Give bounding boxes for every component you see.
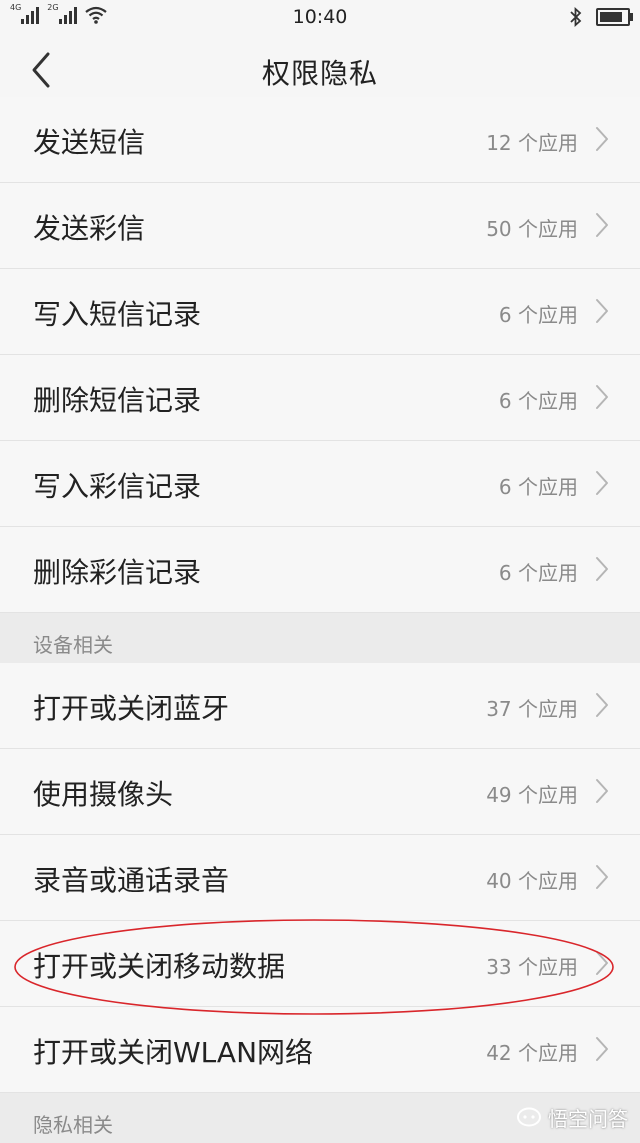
chevron-right-icon: [596, 299, 608, 323]
permission-row[interactable]: 删除短信记录 6 个应用: [0, 355, 640, 441]
permission-row[interactable]: 发送彩信 50 个应用: [0, 183, 640, 269]
chevron-right-icon: [596, 779, 608, 803]
app-count: 12 个应用: [486, 131, 578, 155]
permission-label: 使用摄像头: [33, 778, 174, 811]
permission-label: 删除彩信记录: [33, 556, 202, 589]
app-count: 6 个应用: [498, 561, 578, 585]
permission-row[interactable]: 录音或通话录音 40 个应用: [0, 835, 640, 921]
chevron-right-icon: [596, 127, 608, 151]
watermark-text: 悟空问答: [548, 1107, 628, 1131]
permission-row[interactable]: 写入短信记录 6 个应用: [0, 269, 640, 355]
chevron-right-icon: [596, 557, 608, 581]
app-count: 50 个应用: [486, 217, 578, 241]
permission-label: 发送彩信: [33, 212, 146, 245]
chevron-right-icon: [596, 1037, 608, 1061]
app-count: 49 个应用: [486, 783, 578, 807]
permission-row[interactable]: 删除彩信记录 6 个应用: [0, 527, 640, 613]
permission-row[interactable]: 发送短信 12 个应用: [0, 97, 640, 183]
app-count: 6 个应用: [498, 475, 578, 499]
app-count: 37 个应用: [486, 697, 578, 721]
battery-icon: [596, 8, 633, 26]
app-count: 6 个应用: [498, 303, 578, 327]
app-count: 33 个应用: [486, 955, 578, 979]
permission-label: 发送短信: [33, 126, 146, 159]
chevron-right-icon: [596, 471, 608, 495]
app-count: 42 个应用: [486, 1041, 578, 1065]
chevron-right-icon: [596, 865, 608, 889]
permission-row[interactable]: 打开或关闭移动数据 33 个应用: [0, 921, 640, 1007]
permission-label: 打开或关闭WLAN网络: [33, 1036, 314, 1069]
status-right-icons: [570, 7, 633, 27]
section-label: 设备相关: [33, 633, 113, 657]
section-header-device: 设备相关: [0, 613, 640, 663]
permission-row[interactable]: 打开或关闭蓝牙 37 个应用: [0, 663, 640, 749]
permission-label: 写入彩信记录: [33, 470, 202, 503]
bluetooth-icon: [570, 7, 582, 27]
permission-label: 写入短信记录: [33, 298, 202, 331]
app-count: 6 个应用: [498, 389, 578, 413]
permission-label: 打开或关闭蓝牙: [33, 692, 230, 725]
speech-bubble-icon: [517, 1107, 541, 1126]
chevron-right-icon: [596, 951, 608, 975]
permission-row[interactable]: 写入彩信记录 6 个应用: [0, 441, 640, 527]
permission-label: 删除短信记录: [33, 384, 202, 417]
chevron-right-icon: [596, 213, 608, 237]
section-label: 隐私相关: [33, 1113, 113, 1137]
permission-row[interactable]: 使用摄像头 49 个应用: [0, 749, 640, 835]
permission-label: 打开或关闭移动数据: [33, 950, 286, 983]
app-count: 40 个应用: [486, 869, 578, 893]
status-bar: 4G 2G 10:40: [0, 0, 640, 34]
status-time: 10:40: [292, 6, 348, 28]
page-title: 权限隐私: [261, 57, 378, 90]
permission-label: 录音或通话录音: [33, 864, 230, 897]
chevron-right-icon: [596, 693, 608, 717]
watermark: 悟空问答: [516, 1103, 628, 1132]
chevron-right-icon: [596, 385, 608, 409]
permission-list: 发送短信 12 个应用 发送彩信 50 个应用 写入短信记录 6 个应用 删除短信记录 6 个…: [0, 97, 640, 1143]
permission-row[interactable]: 打开或关闭WLAN网络 42 个应用: [0, 1007, 640, 1093]
